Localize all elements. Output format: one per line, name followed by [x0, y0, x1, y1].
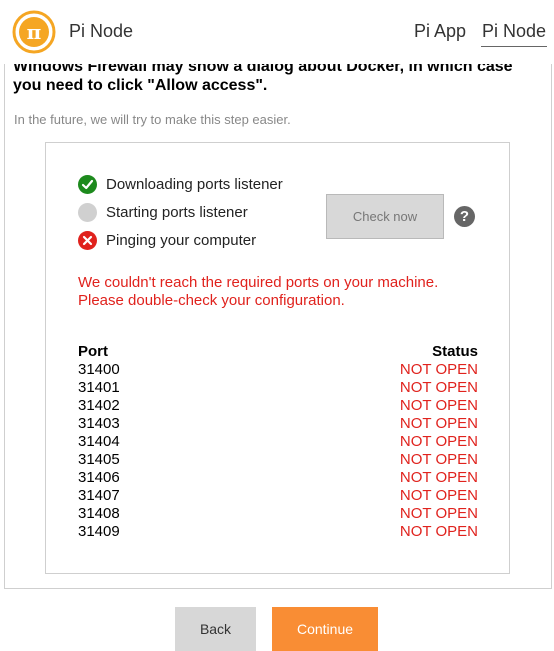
continue-button[interactable]: Continue: [272, 607, 378, 651]
port-number: 31407: [78, 487, 120, 504]
port-number: 31405: [78, 451, 120, 468]
ports-check-panel[interactable]: Windows Firewall may show a dialog about…: [4, 64, 552, 589]
help-icon[interactable]: ?: [454, 206, 475, 227]
table-row: 31407 NOT OPEN: [78, 487, 478, 505]
port-status: NOT OPEN: [399, 487, 478, 504]
app-title: Pi Node: [69, 21, 134, 41]
port-column-header: Port: [78, 343, 108, 360]
port-number: 31406: [78, 469, 120, 486]
table-row: 31405 NOT OPEN: [78, 451, 478, 469]
port-status: NOT OPEN: [399, 433, 478, 450]
port-status: NOT OPEN: [399, 523, 478, 540]
port-number: 31403: [78, 415, 120, 432]
ports-table-header: Port Status: [78, 343, 478, 361]
app-header: π Pi Node Pi App Pi Node: [0, 0, 554, 64]
port-check-box: Downloading ports listener Starting port…: [45, 142, 510, 574]
port-status: NOT OPEN: [399, 379, 478, 396]
pi-logo: π: [12, 10, 56, 54]
table-row: 31403 NOT OPEN: [78, 415, 478, 433]
port-number: 31409: [78, 523, 120, 540]
nav-pi-node[interactable]: Pi Node: [482, 21, 546, 42]
table-row: 31400 NOT OPEN: [78, 361, 478, 379]
ports-table: Port Status 31400 NOT OPEN 31401 NOT OPE…: [78, 343, 478, 541]
ports-error-message: We couldn't reach the required ports on …: [78, 274, 439, 309]
svg-text:π: π: [27, 20, 42, 44]
table-row: 31401 NOT OPEN: [78, 379, 478, 397]
port-number: 31408: [78, 505, 120, 522]
back-button[interactable]: Back: [175, 607, 256, 651]
firewall-instruction: Windows Firewall may show a dialog about…: [13, 64, 513, 94]
check-now-button[interactable]: Check now: [326, 194, 444, 239]
port-status: NOT OPEN: [399, 397, 478, 414]
active-nav-underline: [481, 46, 547, 47]
pending-icon: [78, 203, 97, 222]
port-status: NOT OPEN: [399, 451, 478, 468]
step-label: Downloading ports listener: [106, 176, 283, 193]
nav-pi-app[interactable]: Pi App: [414, 21, 466, 42]
table-row: 31404 NOT OPEN: [78, 433, 478, 451]
table-row: 31406 NOT OPEN: [78, 469, 478, 487]
table-row: 31409 NOT OPEN: [78, 523, 478, 541]
port-status: NOT OPEN: [399, 415, 478, 432]
port-number: 31401: [78, 379, 120, 396]
port-number: 31402: [78, 397, 120, 414]
port-status: NOT OPEN: [399, 505, 478, 522]
error-x-icon: [78, 231, 97, 250]
port-number: 31404: [78, 433, 120, 450]
table-row: 31408 NOT OPEN: [78, 505, 478, 523]
future-note: In the future, we will try to make this …: [14, 112, 291, 127]
port-status: NOT OPEN: [399, 361, 478, 378]
step-label: Pinging your computer: [106, 232, 257, 249]
table-row: 31402 NOT OPEN: [78, 397, 478, 415]
status-column-header: Status: [432, 343, 478, 360]
step-label: Starting ports listener: [106, 204, 248, 221]
port-status: NOT OPEN: [399, 469, 478, 486]
check-icon: [78, 175, 97, 194]
port-number: 31400: [78, 361, 120, 378]
